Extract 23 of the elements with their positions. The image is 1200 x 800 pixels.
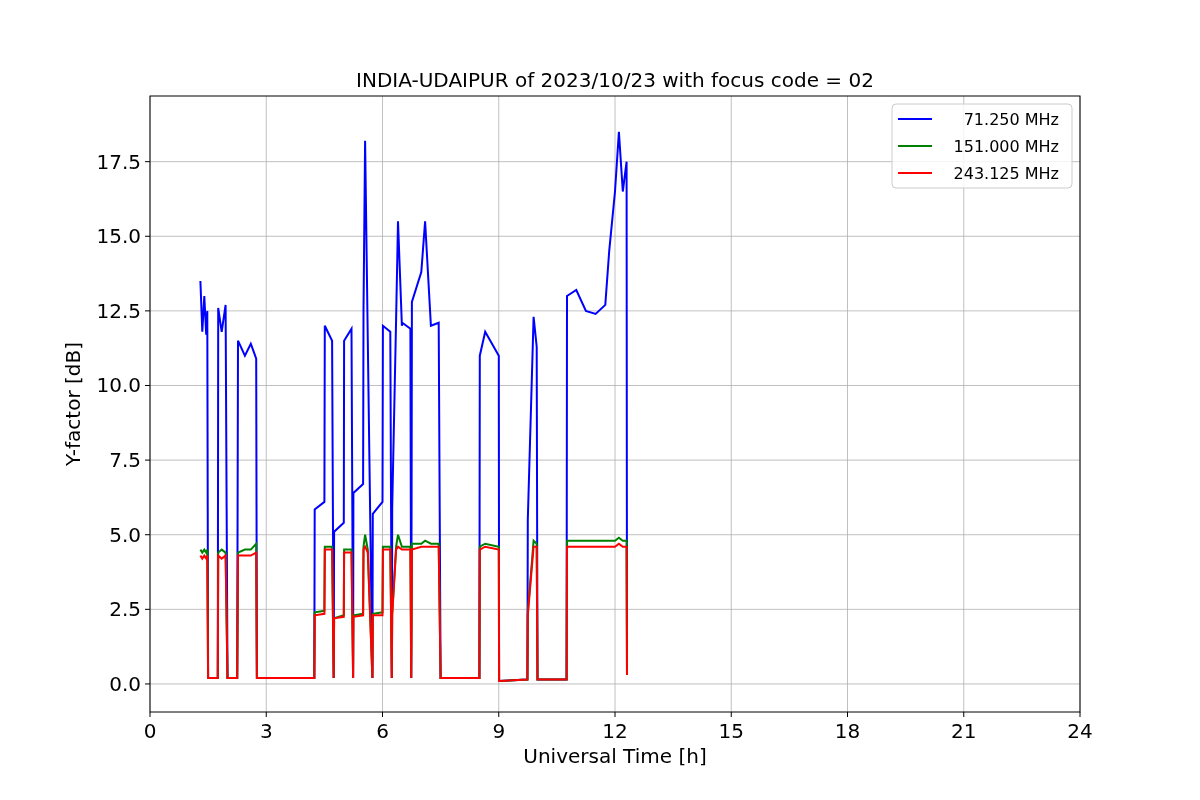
legend-label: 71.250 MHz [963,110,1059,129]
tick-label: 15.0 [96,224,141,249]
chart-title: INDIA-UDAIPUR of 2023/10/23 with focus code = 02 [356,68,874,92]
tick-label: 0.0 [109,671,141,696]
legend-label: 151.000 MHz [953,137,1059,156]
tick-label: 24 [1067,719,1093,743]
tick-label: 17.5 [96,149,141,174]
tick-label: 6 [376,719,389,743]
tick-label: 21 [951,719,977,743]
tick-label: 3 [259,719,273,743]
tick-label: 15 [718,719,744,743]
tick-label: 10.0 [96,373,141,398]
tick-label: 7.5 [109,448,141,473]
tick-label: 5.0 [109,522,141,547]
tick-label: 12 [602,719,628,743]
tick-label: 12.5 [96,298,141,323]
y-axis-label: Y-factor [dB] [61,342,85,466]
tick-label: 2.5 [109,597,141,622]
tick-label: 9 [492,719,506,743]
tick-label: 0 [143,719,157,743]
x-axis-label: Universal Time [h] [523,744,707,768]
legend-label: 243.125 MHz [953,164,1059,183]
tick-label: 18 [834,719,861,743]
